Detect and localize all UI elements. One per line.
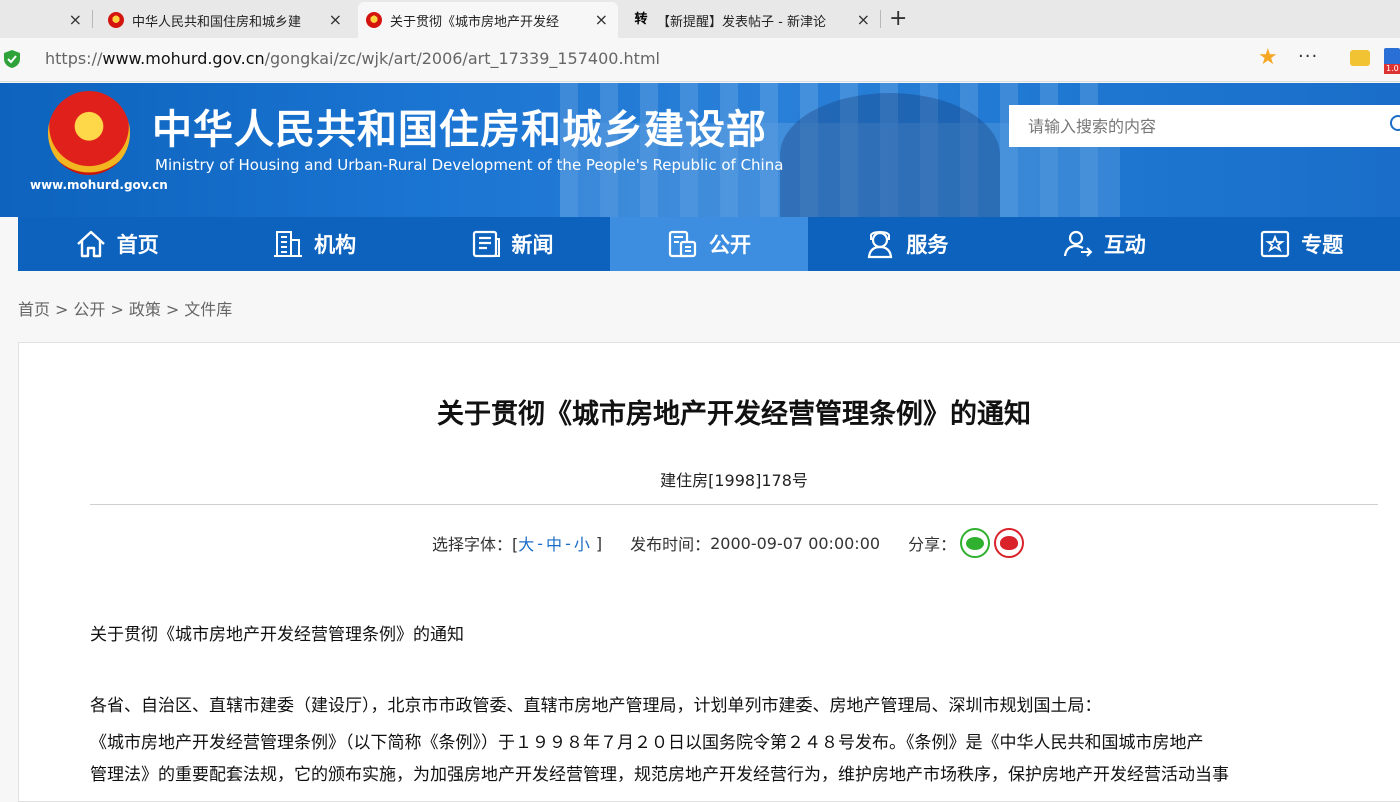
- nav-label: 首页: [116, 233, 159, 257]
- site-url-label: www.mohurd.gov.cn: [30, 178, 168, 192]
- browser-address-bar: https://www.mohurd.gov.cn/gongkai/zc/wjk…: [0, 38, 1400, 82]
- tab-title: 中华人民共和国住房和城乡建: [132, 14, 302, 30]
- nav-label: 服务: [906, 233, 949, 257]
- wechat-share-icon[interactable]: [960, 528, 991, 558]
- font-size-medium-link[interactable]: 中: [546, 531, 562, 555]
- publish-time-value: 2000-09-07 00:00:00: [710, 533, 881, 553]
- nav-item-interact[interactable]: 互动: [1005, 217, 1202, 271]
- public-docs-icon: [667, 229, 699, 259]
- weibo-share-icon[interactable]: [994, 528, 1025, 558]
- weibo-logo: [1000, 536, 1019, 550]
- topic-icon: [1259, 229, 1291, 259]
- search-box: [1009, 105, 1400, 147]
- article-title: 关于贯彻《城市房地产开发经营管理条例》的通知: [437, 399, 1031, 430]
- article-paragraph: 《城市房地产开发经营管理条例》（以下简称《条例》）于１９９８年７月２０日以国务院…: [90, 733, 1204, 753]
- url-field[interactable]: https://www.mohurd.gov.cn/gongkai/zc/wjk…: [45, 49, 660, 68]
- nav-label: 公开: [708, 233, 751, 257]
- font-size-large-link[interactable]: 大: [518, 531, 534, 555]
- site-title[interactable]: 中华人民共和国住房和城乡建设部: [152, 97, 767, 155]
- browser-tab-mohurd-home[interactable]: 中华人民共和国住房和城乡建 ×: [100, 2, 352, 38]
- close-icon[interactable]: ×: [595, 11, 608, 29]
- nav-item-news[interactable]: 新闻: [413, 217, 610, 271]
- browser-tab-bar: × 中华人民共和国住房和城乡建 × 关于贯彻《城市房地产开发经 × 转 【新提醒…: [0, 0, 1400, 38]
- building-icon: [272, 229, 304, 259]
- service-icon: [864, 229, 896, 259]
- breadcrumb: 首页 > 公开 > 政策 > 文件库: [18, 296, 232, 320]
- font-size-small-link[interactable]: 小: [574, 531, 590, 555]
- article-paragraph: 各省、自治区、直辖市建委（建设厅），北京市市政管委、直辖市房地产管理局，计划单列…: [90, 696, 1102, 716]
- wechat-logo: [966, 536, 985, 550]
- site-header: ★ www.mohurd.gov.cn 中华人民共和国住房和城乡建设部 Mini…: [0, 83, 1400, 217]
- font-size-separator: -: [537, 533, 544, 553]
- nav-item-public[interactable]: 公开: [610, 217, 808, 271]
- national-emblem-favicon-icon: [108, 12, 124, 28]
- site-subtitle: Ministry of Housing and Urban-Rural Deve…: [155, 156, 784, 174]
- nav-item-home[interactable]: 首页: [18, 217, 215, 271]
- article-meta: 选择字体：[ 大 - 中 - 小 ] 发布时间： 2000-09-07 00:0…: [432, 528, 1025, 558]
- main-nav: 首页 机构 新闻 公开 服务 互动 专题: [18, 217, 1400, 271]
- breadcrumb-separator: >: [55, 300, 69, 319]
- favorite-star-icon[interactable]: ★: [1258, 46, 1278, 70]
- breadcrumb-public[interactable]: 公开: [73, 300, 105, 319]
- url-host: www.mohurd.gov.cn: [102, 49, 265, 68]
- title-divider: [90, 504, 1378, 505]
- font-size-separator: -: [565, 533, 571, 553]
- close-icon[interactable]: ×: [69, 11, 82, 29]
- emblem-star-icon: ★: [80, 107, 98, 131]
- breadcrumb-separator: >: [165, 300, 180, 319]
- interact-icon: [1062, 229, 1094, 259]
- font-size-close: ]: [595, 533, 603, 553]
- header-background-tree: [780, 93, 1000, 217]
- news-icon: [470, 229, 502, 259]
- tab-title: 关于贯彻《城市房地产开发经: [390, 14, 560, 30]
- nav-label: 互动: [1103, 233, 1146, 257]
- article-paragraph: 管理法》的重要配套法规，它的颁布实施，为加强房地产开发经营管理，规范房地产开发经…: [90, 765, 1229, 785]
- tab-title: 【新提醒】发表帖子 - 新津论: [657, 14, 826, 30]
- breadcrumb-library[interactable]: 文件库: [184, 300, 232, 319]
- nav-label: 新闻: [511, 233, 554, 257]
- nav-label: 机构: [314, 233, 357, 257]
- new-tab-button[interactable]: +: [889, 6, 907, 32]
- search-input[interactable]: [1009, 105, 1400, 147]
- breadcrumb-policy[interactable]: 政策: [129, 300, 161, 319]
- extension-badge: 1.0: [1384, 64, 1400, 74]
- close-icon[interactable]: ×: [857, 11, 870, 29]
- home-icon: [75, 229, 107, 259]
- more-menu-icon[interactable]: ···: [1298, 46, 1318, 68]
- browser-tab-forum[interactable]: 转 【新提醒】发表帖子 - 新津论 ×: [625, 2, 880, 38]
- nav-item-organization[interactable]: 机构: [215, 217, 412, 271]
- browser-tab-blank[interactable]: ×: [0, 2, 92, 38]
- font-size-label: 选择字体：[: [432, 535, 519, 554]
- document-number: 建住房[1998]178号: [660, 471, 808, 490]
- secure-shield-icon[interactable]: [4, 50, 20, 68]
- tab-separator: [92, 10, 93, 28]
- nav-label: 专题: [1301, 233, 1344, 257]
- share-label: 分享：: [908, 535, 957, 554]
- national-emblem-favicon-icon: [366, 12, 382, 28]
- search-icon[interactable]: [1390, 115, 1400, 131]
- national-emblem-logo[interactable]: ★: [48, 91, 130, 175]
- breadcrumb-home[interactable]: 首页: [18, 300, 50, 319]
- url-scheme: https://: [45, 49, 103, 68]
- publish-time-label: 发布时间：: [630, 535, 711, 554]
- tab-separator: [880, 10, 881, 28]
- nav-item-topic[interactable]: 专题: [1203, 217, 1400, 271]
- close-icon[interactable]: ×: [329, 11, 342, 29]
- extension-icon[interactable]: [1350, 50, 1370, 66]
- browser-tab-article[interactable]: 关于贯彻《城市房地产开发经 ×: [358, 2, 618, 38]
- forum-favicon-icon: 转: [634, 12, 648, 27]
- breadcrumb-separator: >: [110, 300, 124, 319]
- nav-item-service[interactable]: 服务: [808, 217, 1005, 271]
- url-path: /gongkai/zc/wjk/art/2006/art_17339_15740…: [264, 49, 660, 68]
- article-paragraph: 关于贯彻《城市房地产开发经营管理条例》的通知: [90, 625, 464, 645]
